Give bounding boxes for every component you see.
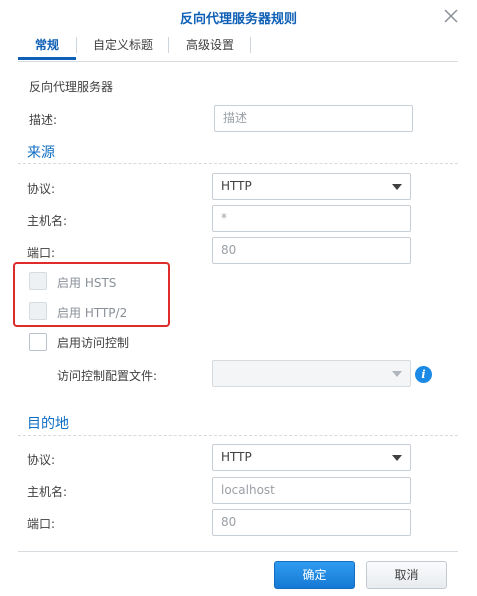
source-port-label: 端口: bbox=[27, 246, 56, 260]
source-protocol-select[interactable]: HTTP bbox=[212, 173, 411, 200]
access-profile-select[interactable] bbox=[212, 360, 411, 387]
cancel-button[interactable]: 取消 bbox=[366, 561, 447, 589]
destination-protocol-value: HTTP bbox=[221, 450, 252, 464]
source-hostname-label: 主机名: bbox=[27, 214, 68, 228]
tab-divider bbox=[250, 37, 251, 53]
dialog-title: 反向代理服务器规则 bbox=[179, 12, 297, 27]
tab-divider bbox=[76, 37, 77, 53]
footer-divider bbox=[18, 551, 458, 552]
source-protocol-label: 协议: bbox=[27, 182, 56, 196]
destination-section-title: 目的地 bbox=[27, 416, 69, 432]
source-protocol-value: HTTP bbox=[221, 179, 252, 193]
destination-hostname-input[interactable]: localhost bbox=[212, 477, 411, 504]
source-section-title: 来源 bbox=[27, 145, 55, 161]
reverse-proxy-section-label: 反向代理服务器 bbox=[29, 80, 114, 94]
destination-port-label: 端口: bbox=[27, 517, 56, 531]
tab-advanced[interactable]: 高级设置 bbox=[174, 32, 246, 60]
close-icon[interactable] bbox=[441, 6, 461, 26]
dialog-titlebar: 反向代理服务器规则 bbox=[0, 0, 477, 32]
chevron-down-icon bbox=[392, 184, 402, 190]
source-hostname-input[interactable]: * bbox=[212, 205, 411, 232]
tab-custom-headers[interactable]: 自定义标题 bbox=[84, 32, 162, 60]
chevron-down-icon bbox=[392, 455, 402, 461]
access-profile-label: 访问控制配置文件: bbox=[57, 369, 158, 383]
description-input[interactable]: 描述 bbox=[214, 105, 413, 132]
destination-protocol-select[interactable]: HTTP bbox=[212, 444, 411, 471]
destination-divider bbox=[18, 435, 458, 436]
tab-underline bbox=[18, 61, 458, 62]
destination-protocol-label: 协议: bbox=[27, 453, 56, 467]
source-port-input[interactable]: 80 bbox=[212, 237, 411, 264]
chevron-down-icon bbox=[392, 371, 402, 377]
description-label: 描述: bbox=[29, 113, 58, 127]
info-icon[interactable]: i bbox=[415, 366, 432, 383]
destination-port-input[interactable]: 80 bbox=[212, 509, 411, 536]
highlight-box bbox=[13, 262, 170, 327]
access-control-checkbox[interactable] bbox=[29, 333, 47, 351]
ok-button[interactable]: 确定 bbox=[274, 561, 355, 589]
destination-hostname-label: 主机名: bbox=[27, 485, 68, 499]
access-control-label: 启用访问控制 bbox=[57, 336, 130, 350]
source-divider bbox=[18, 163, 458, 164]
tab-general[interactable]: 常规 bbox=[18, 32, 76, 60]
tab-divider bbox=[168, 37, 169, 53]
